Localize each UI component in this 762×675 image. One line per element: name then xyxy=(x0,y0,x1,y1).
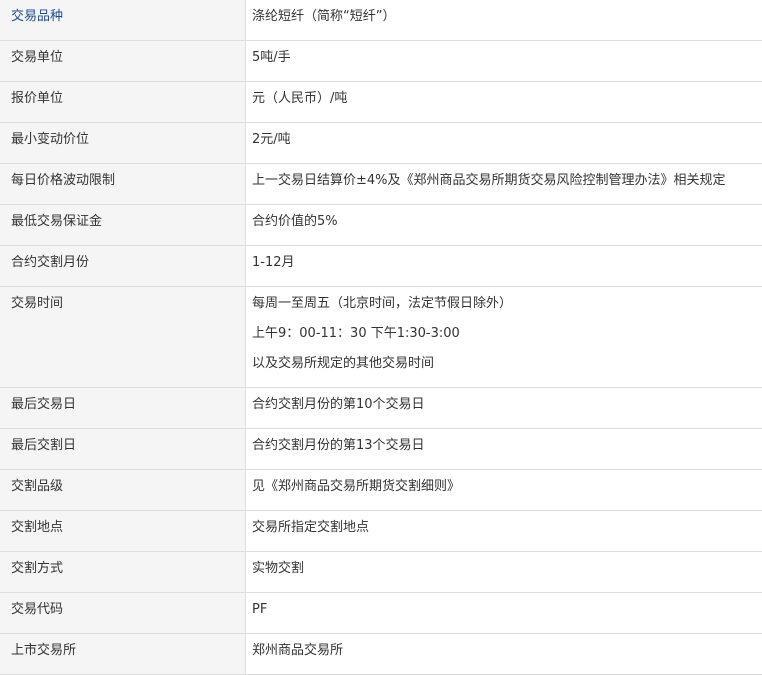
row-value: 上一交易日结算价±4%及《郑州商品交易所期货交易风险控制管理办法》相关规定 xyxy=(246,164,762,205)
table-row: 最后交割日 合约交割月份的第13个交易日 xyxy=(0,429,762,470)
row-label: 交易时间 xyxy=(0,287,246,388)
contract-spec-table: 交易品种 涤纶短纤（简称“短纤”） 交易单位 5吨/手 报价单位 元（人民币）/… xyxy=(0,0,762,675)
table-row: 交易品种 涤纶短纤（简称“短纤”） xyxy=(0,0,762,41)
row-value: PF xyxy=(246,593,762,634)
row-label: 报价单位 xyxy=(0,82,246,123)
row-label: 交易代码 xyxy=(0,593,246,634)
table-row: 交易时间 每周一至周五（北京时间，法定节假日除外） 上午9：00-11：30 下… xyxy=(0,287,762,388)
row-value: 涤纶短纤（简称“短纤”） xyxy=(246,0,762,41)
table-row: 交割地点 交易所指定交割地点 xyxy=(0,511,762,552)
row-value: 1-12月 xyxy=(246,246,762,287)
trading-hours-line: 每周一至周五（北京时间，法定节假日除外） xyxy=(252,289,762,319)
table-row: 交易单位 5吨/手 xyxy=(0,41,762,82)
row-value: 合约价值的5% xyxy=(246,205,762,246)
row-label: 最低交易保证金 xyxy=(0,205,246,246)
table-row: 报价单位 元（人民币）/吨 xyxy=(0,82,762,123)
row-label: 交割品级 xyxy=(0,470,246,511)
trading-hours-line: 以及交易所规定的其他交易时间 xyxy=(252,349,762,379)
row-value: 元（人民币）/吨 xyxy=(246,82,762,123)
table-row: 最低交易保证金 合约价值的5% xyxy=(0,205,762,246)
row-value: 5吨/手 xyxy=(246,41,762,82)
row-value: 2元/吨 xyxy=(246,123,762,164)
row-label: 最后交割日 xyxy=(0,429,246,470)
row-label: 交易品种 xyxy=(0,0,246,41)
row-label: 交易单位 xyxy=(0,41,246,82)
row-label: 交割方式 xyxy=(0,552,246,593)
table-row: 合约交割月份 1-12月 xyxy=(0,246,762,287)
row-label: 最后交易日 xyxy=(0,388,246,429)
table-row: 上市交易所 郑州商品交易所 xyxy=(0,634,762,675)
row-value: 合约交割月份的第13个交易日 xyxy=(246,429,762,470)
table-row: 最小变动价位 2元/吨 xyxy=(0,123,762,164)
row-label: 合约交割月份 xyxy=(0,246,246,287)
table-row: 最后交易日 合约交割月份的第10个交易日 xyxy=(0,388,762,429)
row-value: 见《郑州商品交易所期货交割细则》 xyxy=(246,470,762,511)
row-value: 每周一至周五（北京时间，法定节假日除外） 上午9：00-11：30 下午1:30… xyxy=(246,287,762,388)
table-row: 交易代码 PF xyxy=(0,593,762,634)
row-value: 郑州商品交易所 xyxy=(246,634,762,675)
row-label: 每日价格波动限制 xyxy=(0,164,246,205)
trading-hours-line: 上午9：00-11：30 下午1:30-3:00 xyxy=(252,319,762,349)
row-value: 交易所指定交割地点 xyxy=(246,511,762,552)
row-value: 合约交割月份的第10个交易日 xyxy=(246,388,762,429)
row-value: 实物交割 xyxy=(246,552,762,593)
table-row: 交割方式 实物交割 xyxy=(0,552,762,593)
table-row: 交割品级 见《郑州商品交易所期货交割细则》 xyxy=(0,470,762,511)
table-row: 每日价格波动限制 上一交易日结算价±4%及《郑州商品交易所期货交易风险控制管理办… xyxy=(0,164,762,205)
row-label: 上市交易所 xyxy=(0,634,246,675)
row-label: 交割地点 xyxy=(0,511,246,552)
row-label: 最小变动价位 xyxy=(0,123,246,164)
